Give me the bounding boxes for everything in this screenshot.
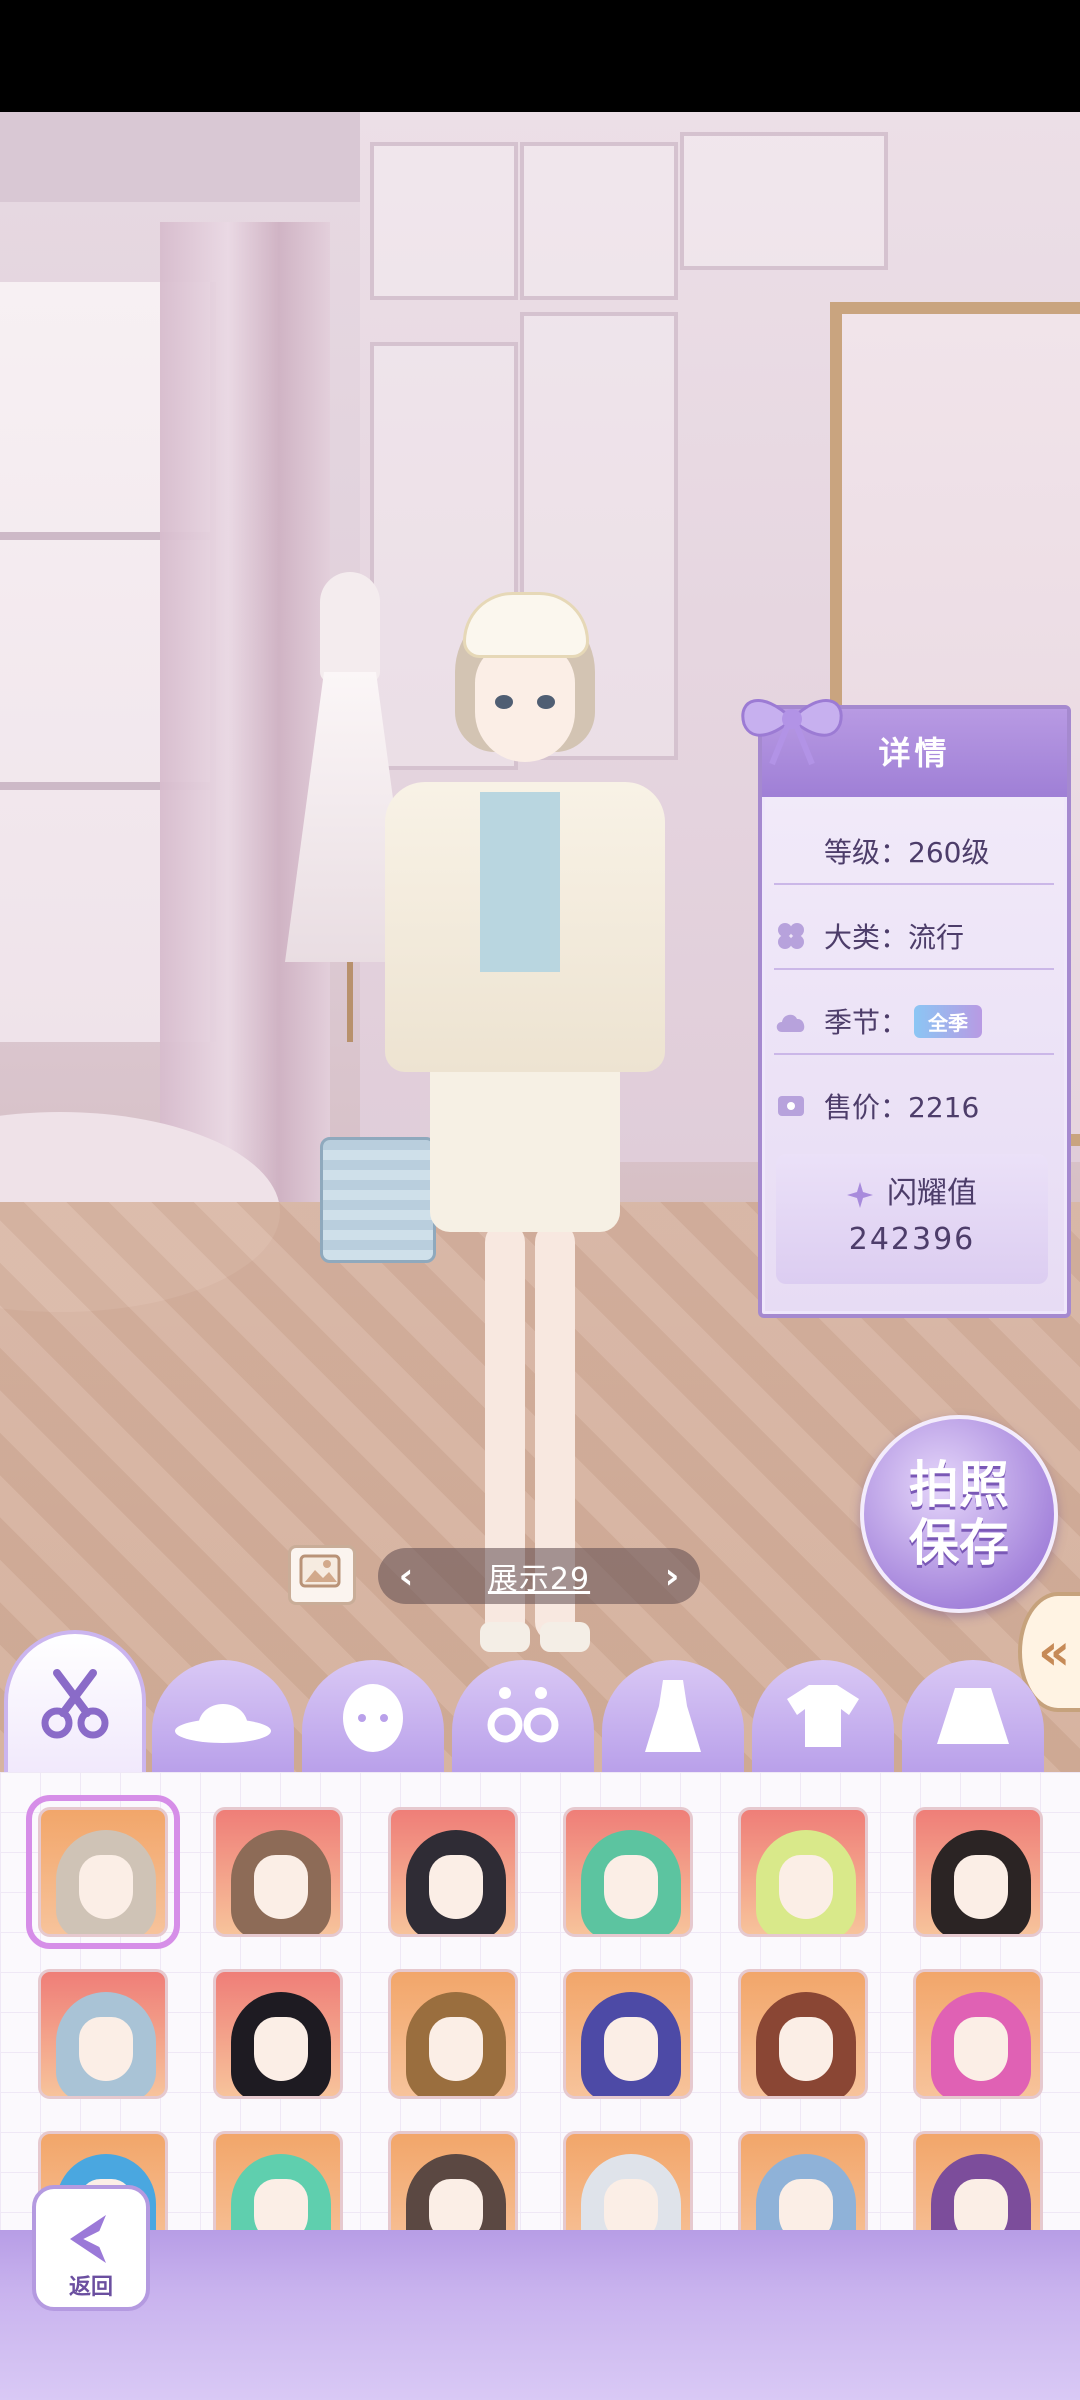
face-silhouette (779, 2017, 833, 2081)
cloud-icon (774, 1004, 808, 1038)
face-silhouette (954, 2179, 1008, 2230)
hair-item[interactable] (563, 1807, 693, 1937)
prev-showcase-button[interactable]: ‹ (378, 1548, 434, 1604)
hat (463, 592, 589, 658)
back-label: 返回 (68, 2275, 113, 2300)
tab-skirt[interactable] (902, 1660, 1044, 1772)
chevron-left-icon: ‹ (398, 1555, 414, 1597)
dress-icon (645, 1680, 701, 1752)
photo-save-line2: 保存 (909, 1514, 1009, 1572)
face-silhouette (254, 2179, 308, 2230)
hair-item[interactable] (738, 1807, 868, 1937)
details-panel: 详情 等级：260级 大类：流行 季节： 全季 售价：2216 闪耀值 2423… (741, 699, 1071, 1318)
bottom-bar (0, 2230, 1080, 2400)
face-silhouette (604, 2179, 658, 2230)
scissors-icon (41, 1669, 109, 1739)
photo-save-button[interactable]: 拍照 保存 (860, 1415, 1058, 1613)
face-icon (343, 1684, 403, 1752)
face-silhouette (779, 2179, 833, 2230)
picture-icon (299, 1554, 341, 1588)
tab-accessories[interactable] (452, 1660, 594, 1772)
gallery-button[interactable] (288, 1545, 356, 1605)
top-icon (787, 1685, 859, 1747)
face-silhouette (604, 2017, 658, 2081)
category-row: 大类：流行 (774, 904, 1054, 970)
hair-item[interactable] (738, 2131, 868, 2230)
bow-icon (741, 699, 843, 766)
tab-face[interactable] (302, 1660, 444, 1772)
hair-item[interactable] (388, 1807, 518, 1937)
skirt-icon (937, 1688, 1009, 1744)
category-text: 大类：流行 (824, 921, 965, 954)
hat-icon (175, 1704, 271, 1743)
season-badge: 全季 (914, 1004, 983, 1038)
hair-item[interactable] (388, 1969, 518, 2099)
tab-hat[interactable] (152, 1660, 294, 1772)
handbag (320, 1137, 436, 1263)
hair-item[interactable] (563, 2131, 693, 2230)
face-silhouette (254, 2017, 308, 2081)
hair-item[interactable] (26, 1795, 180, 1949)
face-silhouette (429, 2179, 483, 2230)
next-showcase-button[interactable]: › (644, 1548, 700, 1604)
hair-item[interactable] (388, 2131, 518, 2230)
face-silhouette (254, 1855, 308, 1919)
face-silhouette (79, 2017, 133, 2081)
hair-item[interactable] (563, 1969, 693, 2099)
category-tabs (0, 1630, 1080, 1772)
face-silhouette (429, 1855, 483, 1919)
sparkle-value: 242396 (848, 1222, 976, 1257)
item-grid (0, 1772, 1080, 2230)
hair-item[interactable] (38, 1969, 168, 2099)
status-bar (0, 0, 1080, 112)
hair-item[interactable] (738, 1969, 868, 2099)
season-label: 季节： (824, 1006, 909, 1039)
clover-icon (774, 919, 808, 953)
showcase-label: 展示29 (487, 1562, 591, 1597)
sparkle-label: 闪耀值 (776, 1168, 1048, 1212)
earrings-icon (487, 1687, 559, 1743)
hair-item[interactable] (213, 1969, 343, 2099)
sparkle-value-box: 闪耀值 242396 (776, 1154, 1048, 1284)
face-silhouette (779, 1855, 833, 1919)
tab-top[interactable] (752, 1660, 894, 1772)
back-arrow-icon (70, 2215, 116, 2263)
hair-item[interactable] (913, 1807, 1043, 1937)
back-button[interactable]: 返回 (32, 2185, 150, 2311)
price-tag-icon (774, 1089, 808, 1123)
level-text: 等级：260级 (824, 836, 990, 869)
hair-item[interactable] (213, 2131, 343, 2230)
season-row: 季节： 全季 (774, 989, 1054, 1055)
face-silhouette (954, 2017, 1008, 2081)
hair-item[interactable] (913, 2131, 1043, 2230)
level-row: 等级：260级 (774, 819, 1054, 885)
showcase-selector: ‹ 展示29 › (378, 1548, 700, 1604)
tab-dress[interactable] (602, 1660, 744, 1772)
sparkle-icon (847, 1181, 873, 1208)
tab-hairstyle[interactable] (4, 1630, 146, 1772)
price-row: 售价：2216 (774, 1074, 1054, 1138)
face-silhouette (954, 1855, 1008, 1919)
character-avatar (320, 482, 695, 1662)
hair-item[interactable] (213, 1807, 343, 1937)
face-silhouette (429, 2017, 483, 2081)
hair-item[interactable] (913, 1969, 1043, 2099)
photo-save-line1: 拍照 (909, 1456, 1009, 1514)
price-text: 售价：2216 (824, 1091, 980, 1124)
face-silhouette (79, 1855, 133, 1919)
face-silhouette (604, 1855, 658, 1919)
chevron-right-icon: › (664, 1555, 680, 1597)
